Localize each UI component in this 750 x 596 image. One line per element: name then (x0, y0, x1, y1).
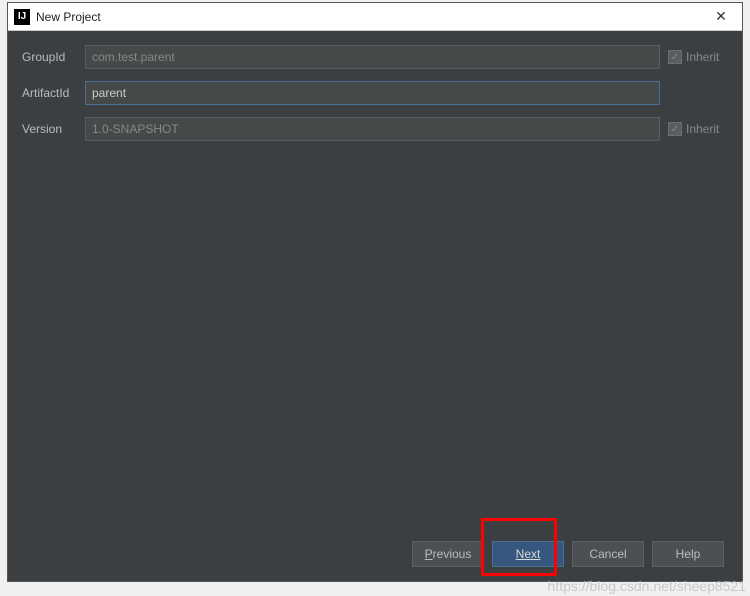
version-inherit-checkbox[interactable] (668, 122, 682, 136)
next-button[interactable]: Next (492, 541, 564, 567)
artifactid-label: ArtifactId (22, 86, 77, 100)
cancel-button[interactable]: Cancel (572, 541, 644, 567)
previous-button[interactable]: Previous (412, 541, 484, 567)
groupid-row: GroupId Inherit (22, 45, 728, 69)
version-inherit-group: Inherit (668, 122, 728, 136)
artifactid-input[interactable] (85, 81, 660, 105)
groupid-inherit-group: Inherit (668, 50, 728, 64)
version-inherit-label: Inherit (686, 122, 719, 136)
watermark-text: https://blog.csdn.net/sheep8521 (548, 578, 746, 594)
content-spacer (22, 153, 728, 531)
help-button[interactable]: Help (652, 541, 724, 567)
version-label: Version (22, 122, 77, 136)
version-input[interactable] (85, 117, 660, 141)
artifactid-row: ArtifactId (22, 81, 728, 105)
new-project-dialog: IJ New Project ✕ GroupId Inherit Artifac… (7, 2, 743, 582)
window-title: New Project (36, 10, 706, 24)
dialog-content: GroupId Inherit ArtifactId Version Inher… (8, 31, 742, 581)
groupid-inherit-checkbox[interactable] (668, 50, 682, 64)
titlebar: IJ New Project ✕ (8, 3, 742, 31)
button-bar: Previous Next Cancel Help (22, 531, 728, 577)
intellij-icon: IJ (14, 9, 30, 25)
version-row: Version Inherit (22, 117, 728, 141)
groupid-label: GroupId (22, 50, 77, 64)
groupid-inherit-label: Inherit (686, 50, 719, 64)
close-button[interactable]: ✕ (706, 7, 736, 27)
groupid-input[interactable] (85, 45, 660, 69)
